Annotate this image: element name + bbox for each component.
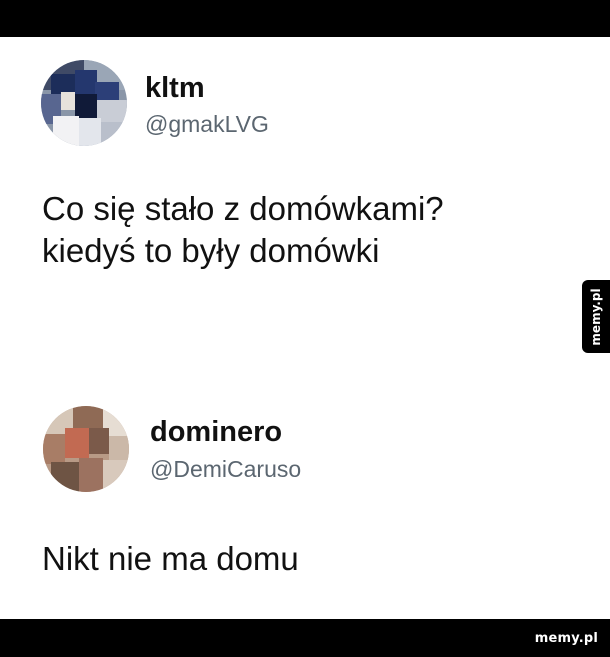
pixelated-avatar-icon xyxy=(43,406,129,492)
avatar-dominero[interactable] xyxy=(43,406,129,492)
tweet-2: dominero @DemiCaruso Nikt nie ma domu xyxy=(0,0,580,600)
handle[interactable]: @DemiCaruso xyxy=(150,456,301,482)
bottom-black-bar: memy.pl xyxy=(0,619,610,657)
display-name[interactable]: dominero xyxy=(150,416,282,448)
footer-watermark[interactable]: memy.pl xyxy=(535,631,598,646)
tweet-text-line-1: Nikt nie ma domu xyxy=(42,540,299,577)
side-tab-watermark: memy.pl xyxy=(589,287,603,346)
memy-side-tab[interactable]: memy.pl xyxy=(582,280,610,353)
